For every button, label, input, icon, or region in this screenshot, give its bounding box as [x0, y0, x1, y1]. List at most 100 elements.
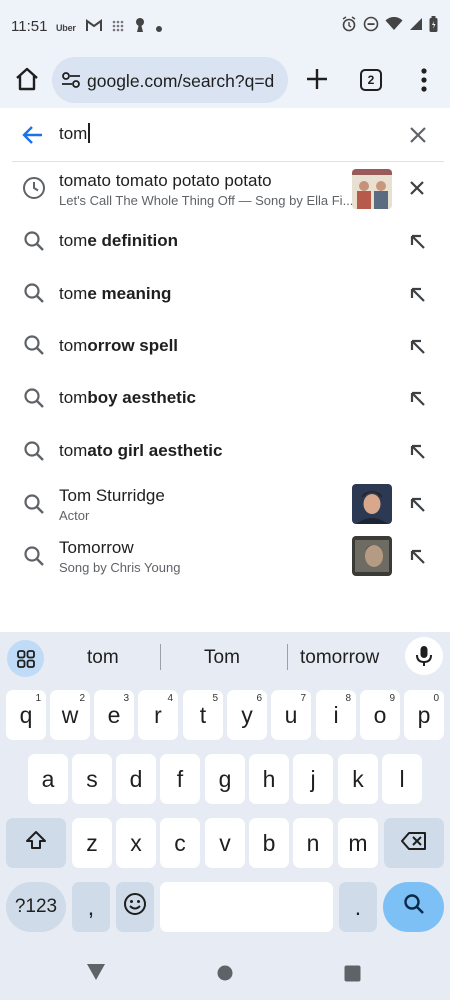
key-n[interactable]: n [293, 818, 333, 868]
status-bar: 11:51 Uber [0, 0, 450, 52]
key-q[interactable]: q1 [6, 690, 46, 740]
key-k[interactable]: k [338, 754, 378, 804]
key-d[interactable]: d [116, 754, 156, 804]
uber-icon: Uber [56, 22, 76, 33]
backspace-key[interactable] [384, 818, 444, 868]
fill-query-arrow-icon[interactable] [408, 285, 428, 310]
key-z[interactable]: z [72, 818, 112, 868]
nav-home-icon[interactable] [217, 965, 233, 986]
microphone-icon[interactable] [405, 637, 443, 675]
browser-toolbar: google.com/search?q=d 2 [0, 52, 450, 108]
keyboard-suggestion-strip: tom Tom tomorrow [0, 632, 450, 682]
fill-query-arrow-icon[interactable] [408, 232, 428, 257]
space-key[interactable] [160, 882, 333, 932]
song-thumbnail [352, 536, 392, 576]
suggestion-subtitle: Actor [59, 508, 90, 523]
key-u[interactable]: u7 [271, 690, 311, 740]
key-e[interactable]: e3 [94, 690, 134, 740]
keyboard-apps-icon[interactable] [7, 640, 44, 677]
suggestion-subtitle: Let's Call The Whole Thing Off — Song by… [59, 193, 354, 208]
fill-query-arrow-icon[interactable] [408, 442, 428, 467]
suggestion-entity-item[interactable]: Tomorrow Song by Chris Young [0, 530, 450, 583]
site-settings-icon[interactable] [61, 71, 81, 94]
key-l[interactable]: l [382, 754, 422, 804]
new-tab-icon[interactable] [302, 64, 332, 99]
suggestion-search-item[interactable]: tome meaning [0, 268, 450, 321]
fill-query-arrow-icon[interactable] [408, 495, 428, 520]
key-a[interactable]: a [28, 754, 68, 804]
search-icon [22, 544, 46, 573]
key-r[interactable]: r4 [138, 690, 178, 740]
history-clock-icon [22, 176, 46, 205]
url-text: google.com/search?q=d [87, 71, 275, 91]
divider [160, 644, 161, 670]
fill-query-arrow-icon[interactable] [408, 389, 428, 414]
wifi-icon [385, 16, 403, 36]
search-icon [22, 229, 46, 258]
search-icon [402, 892, 426, 922]
nav-back-icon[interactable] [86, 963, 106, 986]
key-o[interactable]: o9 [360, 690, 400, 740]
search-row: tom [0, 108, 450, 162]
dot-icon [155, 19, 162, 37]
key-h[interactable]: h [249, 754, 289, 804]
key-m[interactable]: m [338, 818, 378, 868]
key-c[interactable]: c [160, 818, 200, 868]
nav-recents-icon[interactable] [344, 965, 361, 987]
clear-icon[interactable] [408, 125, 428, 150]
remove-suggestion-icon[interactable] [408, 179, 426, 202]
album-thumbnail [352, 169, 392, 209]
suggestion-title: tomboy aesthetic [59, 388, 196, 407]
symbols-key[interactable]: ?123 [6, 882, 66, 932]
key-g[interactable]: g [205, 754, 245, 804]
tab-switcher-button[interactable]: 2 [360, 69, 382, 91]
shift-key[interactable] [6, 818, 66, 868]
key-x[interactable]: x [116, 818, 156, 868]
fill-query-arrow-icon[interactable] [408, 337, 428, 362]
search-icon [22, 492, 46, 521]
more-menu-icon[interactable] [414, 66, 434, 99]
keyhole-icon [134, 17, 146, 38]
gmail-icon [85, 18, 102, 37]
key-b[interactable]: b [249, 818, 289, 868]
key-y[interactable]: y6 [227, 690, 267, 740]
emoji-key[interactable] [116, 882, 154, 932]
divider [287, 644, 288, 670]
suggestion-title: tome meaning [59, 284, 172, 303]
suggestion-search-item[interactable]: tomboy aesthetic [0, 372, 450, 425]
key-j[interactable]: j [293, 754, 333, 804]
suggestion-search-item[interactable]: tomato girl aesthetic [0, 425, 450, 478]
period-key[interactable]: . [339, 882, 377, 932]
key-p[interactable]: p0 [404, 690, 444, 740]
search-input[interactable]: tom [59, 123, 90, 144]
key-i[interactable]: i8 [316, 690, 356, 740]
back-arrow-icon[interactable] [22, 124, 44, 151]
alarm-icon [341, 16, 357, 37]
emoji-icon [123, 892, 147, 922]
keyboard-suggestion-word[interactable]: tomorrow [300, 647, 379, 669]
comma-key[interactable]: , [72, 882, 110, 932]
backspace-icon [401, 830, 427, 857]
system-navigation-bar [0, 945, 450, 1000]
home-icon[interactable] [12, 64, 42, 94]
suggestion-title: tomorrow spell [59, 336, 179, 355]
suggestion-title: Tom Sturridge [59, 486, 165, 505]
suggestion-entity-item[interactable]: Tom Sturridge Actor [0, 478, 450, 531]
suggestion-search-item[interactable]: tome definition [0, 215, 450, 268]
suggestion-title: tomato tomato potato potato [59, 171, 272, 190]
search-enter-key[interactable] [383, 882, 444, 932]
key-f[interactable]: f [160, 754, 200, 804]
key-v[interactable]: v [205, 818, 245, 868]
key-t[interactable]: t5 [183, 690, 223, 740]
suggestion-search-item[interactable]: tomorrow spell [0, 320, 450, 373]
keyboard-suggestion-word[interactable]: tom [87, 647, 119, 669]
search-query: tom [59, 124, 88, 143]
key-w[interactable]: w2 [50, 690, 90, 740]
suggestion-title: tomato girl aesthetic [59, 441, 223, 460]
fill-query-arrow-icon[interactable] [408, 547, 428, 572]
key-s[interactable]: s [72, 754, 112, 804]
suggestion-history-item[interactable]: tomato tomato potato potato Let's Call T… [0, 162, 450, 215]
address-bar[interactable]: google.com/search?q=d [52, 57, 288, 103]
search-icon [22, 333, 46, 362]
keyboard-suggestion-word[interactable]: Tom [204, 647, 240, 669]
